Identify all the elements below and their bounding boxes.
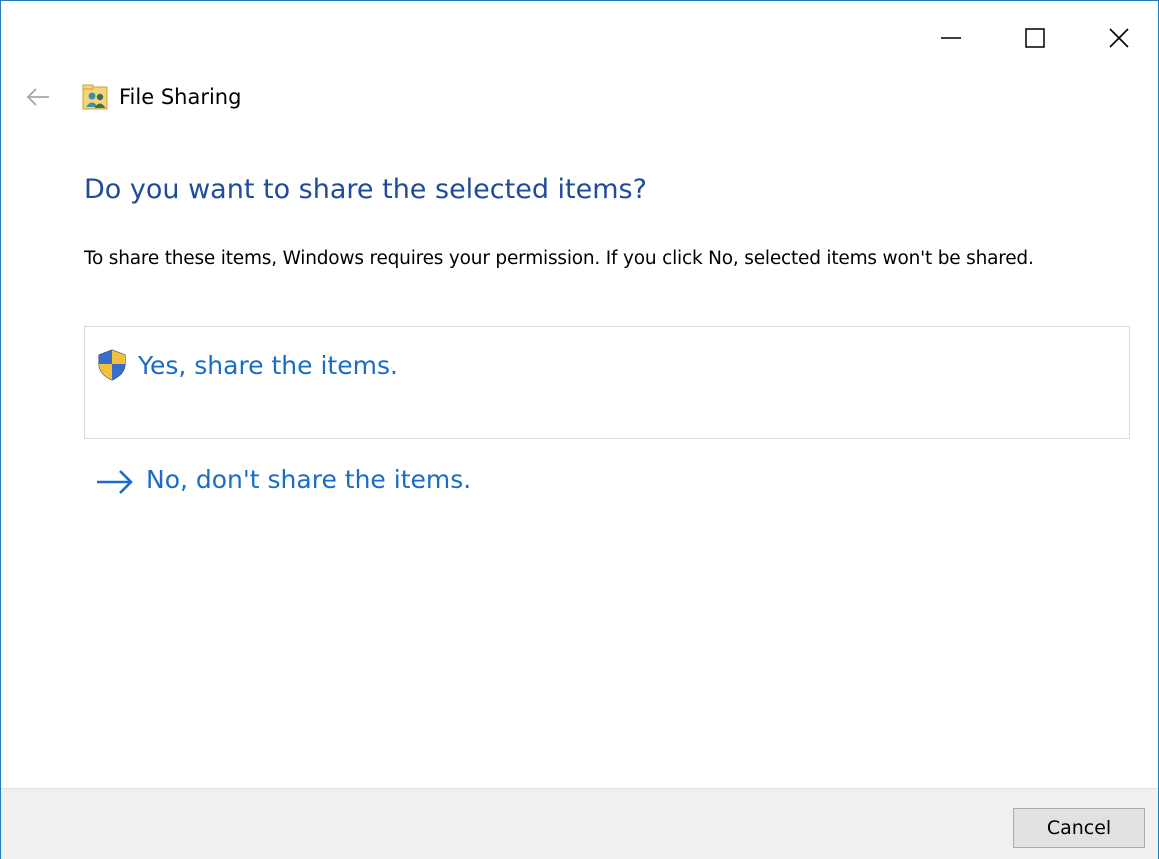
no-dont-share-option[interactable]: No, don't share the items. [95, 461, 515, 501]
uac-shield-icon [98, 349, 126, 381]
close-icon [1109, 28, 1129, 48]
file-sharing-users-icon [82, 84, 108, 110]
back-button[interactable] [23, 83, 53, 111]
maximize-button[interactable] [993, 1, 1077, 75]
maximize-icon [1025, 28, 1045, 48]
dialog-heading: Do you want to share the selected items? [84, 174, 647, 205]
dialog-footer: Cancel [1, 788, 1158, 859]
dialog-description: To share these items, Windows requires y… [84, 248, 1034, 269]
yes-share-items-label: Yes, share the items. [138, 351, 398, 380]
window-title: File Sharing [119, 85, 242, 109]
file-sharing-dialog: File Sharing Do you want to share the se… [0, 0, 1159, 859]
yes-share-items-option[interactable]: Yes, share the items. [84, 326, 1130, 439]
close-button[interactable] [1077, 1, 1158, 75]
minimize-button[interactable] [909, 1, 993, 75]
cancel-button[interactable]: Cancel [1013, 808, 1145, 848]
arrow-right-icon [97, 470, 133, 494]
no-dont-share-label: No, don't share the items. [146, 465, 472, 494]
arrow-left-icon [26, 88, 49, 106]
minimize-icon [941, 37, 961, 39]
